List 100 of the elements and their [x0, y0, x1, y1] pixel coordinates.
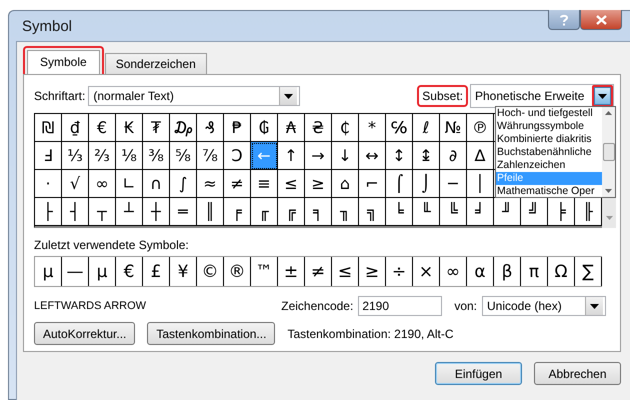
recent-symbol-cell[interactable]: ¥ [170, 257, 197, 286]
symbol-cell[interactable]: ═ [170, 198, 197, 226]
symbol-cell[interactable]: ╙ [413, 198, 440, 226]
list-item[interactable]: Zahlenzeichen [496, 159, 602, 172]
symbol-cell[interactable]: * [359, 114, 386, 142]
help-button[interactable] [548, 10, 580, 30]
code-from-dropdown[interactable]: Unicode (hex) [482, 296, 606, 316]
symbol-cell[interactable]: ┼ [143, 198, 170, 226]
symbol-cell[interactable]: ∆ [467, 142, 494, 170]
symbol-cell[interactable]: № [440, 114, 467, 142]
symbol-cell[interactable]: ╚ [440, 198, 467, 226]
symbol-cell[interactable]: ₴ [305, 114, 332, 142]
symbol-cell[interactable]: ≤ [278, 170, 305, 198]
recent-symbol-cell[interactable]: π [521, 257, 548, 286]
symbol-cell[interactable]: ℗ [467, 114, 494, 142]
symbol-cell[interactable]: ╛ [467, 198, 494, 226]
tab[interactable]: Sonderzeichen [104, 53, 207, 74]
symbol-cell[interactable]: ∂ [440, 142, 467, 170]
symbol-cell[interactable]: ≠ [224, 170, 251, 198]
recent-symbol-cell[interactable]: ® [224, 257, 251, 286]
recent-symbol-cell[interactable]: Ω [548, 257, 575, 286]
symbol-cell[interactable]: ╘ [386, 198, 413, 226]
scroll-thumb[interactable] [602, 143, 614, 161]
close-button[interactable] [580, 10, 622, 30]
recent-symbol-cell[interactable]: ≠ [305, 257, 332, 286]
recent-symbol-cell[interactable]: μ [89, 257, 116, 286]
dropdown-arrow-button[interactable] [585, 297, 603, 315]
recent-symbol-cell[interactable]: ≥ [359, 257, 386, 286]
symbol-cell[interactable]: € [89, 114, 116, 142]
subset-dropdown[interactable]: Phonetische Erweite [470, 84, 614, 108]
symbol-cell[interactable]: ⌐ [359, 170, 386, 198]
symbol-cell[interactable]: ⌠ [386, 170, 413, 198]
recent-symbol-cell[interactable]: ∞ [440, 257, 467, 286]
recent-symbol-cell[interactable]: ∑ [575, 257, 602, 286]
font-dropdown[interactable]: (normaler Text) [88, 86, 300, 106]
symbol-cell[interactable]: ⅓ [62, 142, 89, 170]
symbol-cell[interactable]: → [305, 142, 332, 170]
symbol-cell[interactable]: ╕ [305, 198, 332, 226]
symbol-cell[interactable]: ↔ [359, 142, 386, 170]
recent-symbol-cell[interactable]: ≤ [332, 257, 359, 286]
symbol-cell[interactable]: ∫ [170, 170, 197, 198]
symbol-cell[interactable]: ₱ [224, 114, 251, 142]
symbol-cell[interactable]: ∞ [89, 170, 116, 198]
list-item[interactable]: Kombinierte diakritis [496, 133, 602, 146]
symbol-cell[interactable]: ₪ [35, 114, 62, 142]
symbol-cell[interactable]: ⌂ [332, 170, 359, 198]
symbol-cell[interactable]: ⅝ [170, 142, 197, 170]
scroll-down-icon[interactable] [605, 189, 612, 193]
symbol-cell[interactable]: ⅜ [143, 142, 170, 170]
symbol-cell[interactable]: ┬ [89, 198, 116, 226]
recent-symbol-cell[interactable]: µ [35, 257, 62, 286]
recent-symbol-cell[interactable]: © [197, 257, 224, 286]
symbol-cell[interactable]: ₮ [143, 114, 170, 142]
symbol-cell[interactable]: ℓ [413, 114, 440, 142]
dialog-button[interactable]: Tastenkombination... [147, 322, 276, 345]
symbol-cell[interactable]: ┤ [62, 198, 89, 226]
symbol-cell[interactable]: ⌡ [413, 170, 440, 198]
symbol-cell[interactable]: · [35, 170, 62, 198]
recent-symbol-cell[interactable]: ± [278, 257, 305, 286]
recent-symbol-cell[interactable]: × [413, 257, 440, 286]
symbol-cell[interactable]: ┴ [116, 198, 143, 226]
list-item[interactable]: Währungssymbole [496, 120, 602, 133]
symbol-cell[interactable]: ╓ [251, 198, 278, 226]
symbol-cell[interactable]: ├ [35, 198, 62, 226]
symbol-cell[interactable]: ─ [440, 170, 467, 198]
symbol-cell[interactable]: √ [62, 170, 89, 198]
list-item[interactable]: Hoch- und tiefgestell [496, 107, 602, 120]
symbol-cell[interactable]: ₫ [62, 114, 89, 142]
symbol-cell[interactable]: ↨ [413, 142, 440, 170]
recent-symbol-cell[interactable]: β [494, 257, 521, 286]
dialog-button[interactable]: AutoKorrektur... [34, 322, 136, 345]
symbol-cell[interactable]: ⅔ [89, 142, 116, 170]
symbol-cell[interactable]: ≈ [197, 170, 224, 198]
recent-symbol-cell[interactable]: ÷ [386, 257, 413, 286]
dialog-button[interactable]: Abbrechen [534, 362, 621, 385]
symbol-cell[interactable]: ₰ [197, 114, 224, 142]
list-item[interactable]: Buchstabenähnliche [496, 146, 602, 159]
symbol-cell[interactable]: ║ [197, 198, 224, 226]
symbol-cell[interactable]: ╖ [332, 198, 359, 226]
symbol-cell[interactable]: ↓ [332, 142, 359, 170]
symbol-cell[interactable]: ╒ [224, 198, 251, 226]
symbol-cell[interactable]: ↕ [386, 142, 413, 170]
symbol-cell[interactable]: ₯ [170, 114, 197, 142]
symbol-cell[interactable]: ₵ [332, 114, 359, 142]
tab[interactable]: Symbole [27, 50, 100, 74]
symbol-cell[interactable]: ≥ [305, 170, 332, 198]
symbol-cell[interactable]: ℅ [386, 114, 413, 142]
list-item[interactable]: Mathematische Oper [496, 185, 602, 198]
symbol-cell[interactable]: ₭ [116, 114, 143, 142]
dropdown-arrow-button[interactable] [279, 87, 298, 105]
symbol-cell[interactable]: ∟ [116, 170, 143, 198]
symbol-cell[interactable]: ╗ [359, 198, 386, 226]
symbol-cell[interactable]: ⅞ [197, 142, 224, 170]
symbol-cell[interactable]: ∩ [143, 170, 170, 198]
symbol-cell[interactable]: │ [467, 170, 494, 198]
symbol-cell[interactable]: Ⅎ [35, 142, 62, 170]
dialog-button[interactable]: Einfügen [435, 362, 522, 385]
recent-symbol-cell[interactable]: € [116, 257, 143, 286]
symbol-cell[interactable]: ₳ [278, 114, 305, 142]
recent-symbol-cell[interactable]: — [62, 257, 89, 286]
